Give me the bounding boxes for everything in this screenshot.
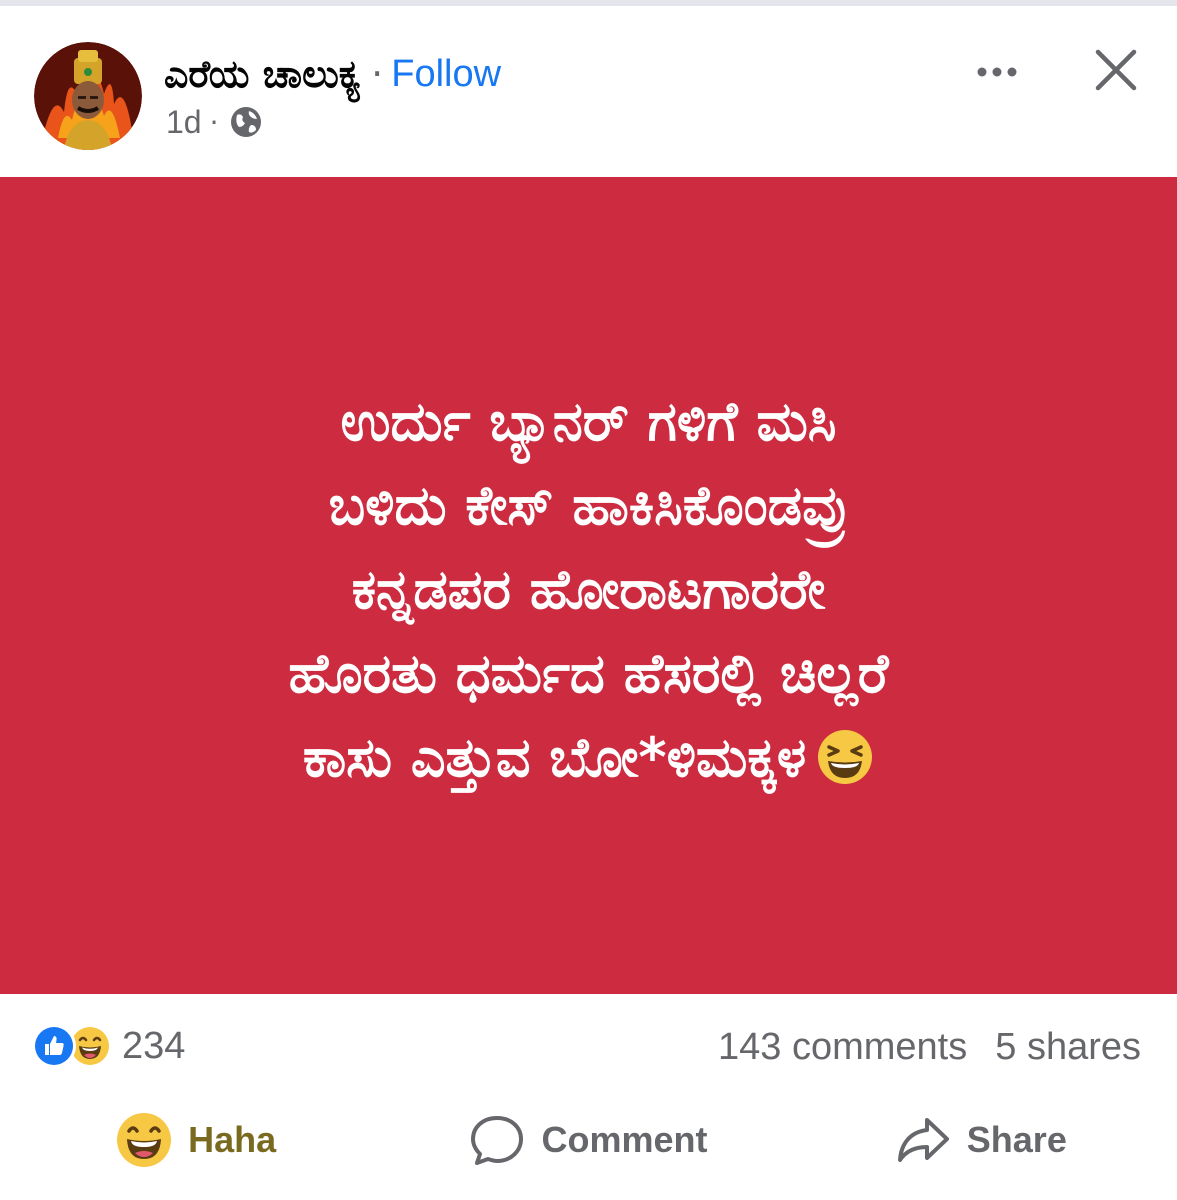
haha-label: Haha <box>188 1119 277 1160</box>
author-row: ಎರೆಯ ಚಾಲುಕ್ಯ · Follow <box>164 46 501 102</box>
close-icon[interactable] <box>1092 46 1140 94</box>
post-text-line: ಉರ್ದು ಬ್ಯಾನರ್ ಗಳಿಗೆ ಮಸಿ <box>340 389 837 453</box>
share-label: Share <box>966 1119 1067 1160</box>
post-text-line: ಕನ್ನಡಪರ ಹೋರಾಟಗಾರರೇ <box>351 557 826 621</box>
post-text-line: ಹೊರತು ಧರ್ಮದ ಹೆಸರಲ್ಲಿ ಚಿಲ್ಲರೆ <box>288 641 889 705</box>
more-options-icon[interactable] <box>968 50 1026 94</box>
meta-separator: · <box>209 105 219 139</box>
post-text: ಉರ್ದು ಬ್ಯಾನರ್ ಗಳಿಗೆ ಮಸಿ ಬಳಿದು ಕೇಸ್ ಹಾಕಿಸ… <box>89 380 1089 800</box>
share-button[interactable]: Share <box>785 1090 1177 1190</box>
reaction-count: 234 <box>122 1024 186 1067</box>
follow-button[interactable]: Follow <box>391 53 501 96</box>
post-header: ಎರೆಯ ಚಾಲುಕ್ಯ · Follow 1d · <box>0 6 1177 176</box>
post-text-line: ಬಳಿದು ಕೇಸ್ ಹಾಕಿಸಿಕೊಂಡವ್ರು <box>328 473 849 537</box>
laughing-face-icon <box>816 726 874 784</box>
post-content[interactable]: ಉರ್ದು ಬ್ಯಾನರ್ ಗಳಿಗೆ ಮಸಿ ಬಳಿದು ಕೇಸ್ ಹಾಕಿಸ… <box>0 177 1177 994</box>
engagement-counts: 143 comments 5 shares <box>718 1026 1141 1069</box>
globe-icon <box>229 105 263 139</box>
haha-button[interactable]: Haha <box>0 1090 392 1190</box>
action-bar: Haha Comment Share <box>0 1090 1177 1190</box>
comments-count[interactable]: 143 comments <box>718 1026 967 1069</box>
post-stats: 234 143 comments 5 shares <box>0 1010 1177 1086</box>
post-text-line: ಕಾಸು ಎತ್ತುವ ಬೋ*ಳಿಮಕ್ಕಳ <box>302 725 807 789</box>
post-text-line-last: ಕಾಸು ಎತ್ತುವ ಬೋ*ಳಿಮಕ್ಕಳ <box>89 716 1089 800</box>
author-name[interactable]: ಎರೆಯ ಚಾಲುಕ್ಯ <box>164 52 361 97</box>
avatar[interactable] <box>34 42 142 150</box>
shares-count[interactable]: 5 shares <box>995 1026 1141 1069</box>
post-time[interactable]: 1d <box>166 104 202 141</box>
reaction-summary[interactable]: 234 <box>32 1024 185 1068</box>
like-reaction-icon <box>32 1024 76 1068</box>
comment-label: Comment <box>541 1119 708 1160</box>
separator-dot: · <box>371 52 384 96</box>
haha-icon <box>116 1112 172 1168</box>
comment-icon <box>469 1112 525 1168</box>
share-icon <box>895 1112 951 1168</box>
comment-button[interactable]: Comment <box>392 1090 784 1190</box>
post-meta: 1d · <box>166 100 263 144</box>
